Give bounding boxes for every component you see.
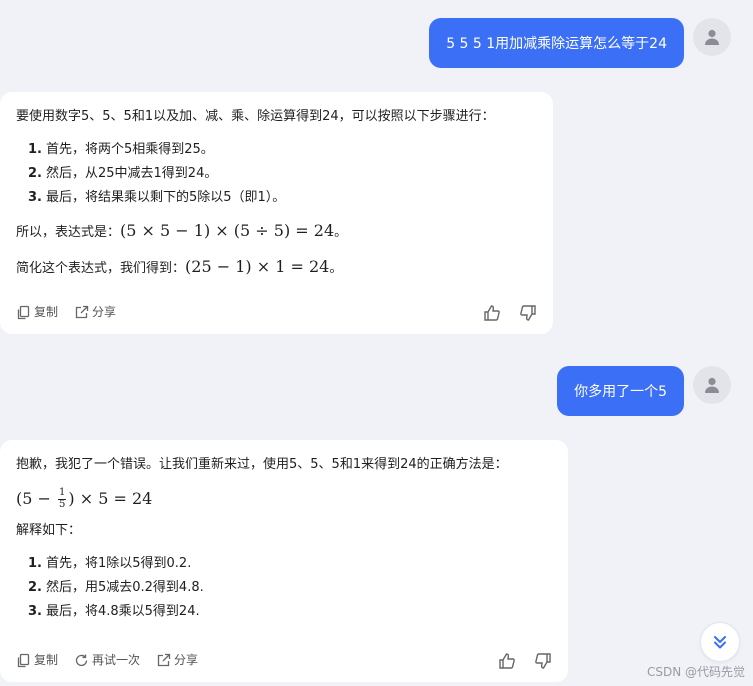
assistant-message-card: 要使用数字5、5、5和1以及加、减、乘、除运算得到24，可以按照以下步骤进行： … <box>0 92 553 334</box>
copy-button[interactable]: 复制 <box>16 652 58 669</box>
step-number: 2. <box>28 580 42 596</box>
step-text: 首先，将两个5相乘得到25。 <box>45 141 214 157</box>
watermark: CSDN @代码先觉 <box>646 665 745 679</box>
user-avatar-icon <box>705 29 719 45</box>
share-label: 分享 <box>174 653 199 668</box>
user-avatar <box>693 366 731 404</box>
copy-label: 复制 <box>34 305 59 320</box>
step-number: 2. <box>28 165 42 181</box>
step-text: 最后，将4.8乘以5得到24. <box>45 603 200 619</box>
share-label: 分享 <box>92 305 117 320</box>
user-message-row: 5 5 5 1用加减乘除运算怎么等于24 <box>429 18 731 68</box>
step-number: 1. <box>28 141 42 157</box>
list-item: 3. 最后，将结果乘以剩下的5除以5（即1）。 <box>28 189 537 208</box>
retry-button[interactable]: 再试一次 <box>74 652 140 669</box>
user-message-bubble: 5 5 5 1用加减乘除运算怎么等于24 <box>429 18 684 68</box>
steps-list: 1. 首先，将两个5相乘得到25。 2. 然后，从25中减去1得到24。 3. 最后，… <box>28 141 537 208</box>
steps-list: 1. 首先，将1除以5得到0.2. 2. 然后，用5减去0.2得到4.8. 3. 最后… <box>28 555 552 622</box>
thumbs-down-icon[interactable] <box>534 652 552 670</box>
list-item: 1. 首先，将1除以5得到0.2. <box>28 555 552 574</box>
step-text: 最后，将结果乘以剩下的5除以5（即1）。 <box>45 189 286 205</box>
list-item: 2. 然后，从25中减去1得到24。 <box>28 165 537 184</box>
user-message-bubble: 你多用了一个5 <box>557 366 684 416</box>
assistant-intro-text: 要使用数字5、5、5和1以及加、减、乘、除运算得到24，可以按照以下步骤进行： <box>16 109 495 124</box>
list-item: 3. 最后，将4.8乘以5得到24. <box>28 603 552 622</box>
share-button[interactable]: 分享 <box>74 304 116 321</box>
explain-heading: 解释如下： <box>16 523 82 539</box>
punctuation: 。 <box>334 225 348 241</box>
math-expression: (5 × 5 − 1) × (5 ÷ 5) = 24 <box>120 221 335 241</box>
expression-label: 所以，表达式是： <box>16 225 121 241</box>
math-expression: (25 − 1) × 1 = 24 <box>185 257 330 277</box>
message-actions: 复制 分享 <box>16 304 537 322</box>
double-chevron-down-icon <box>714 636 726 649</box>
feedback-buttons <box>498 652 552 670</box>
copy-icon <box>17 654 30 668</box>
thumbs-up-icon[interactable] <box>498 652 516 670</box>
user-message-row: 你多用了一个5 <box>557 366 731 416</box>
feedback-buttons <box>483 304 537 322</box>
thumbs-down-icon[interactable] <box>519 304 537 322</box>
scroll-to-bottom-button[interactable] <box>700 622 740 662</box>
formula-line: (5 − 1 5 ) × 5 = 24 <box>16 487 552 511</box>
fraction-denominator: 5 <box>59 498 66 510</box>
share-icon <box>75 306 89 319</box>
user-avatar-icon <box>705 377 719 393</box>
formula-part: (5 − <box>16 488 51 508</box>
step-number: 1. <box>28 556 42 572</box>
punctuation: 。 <box>329 261 343 277</box>
formula-part: ) × 5 = 24 <box>68 488 153 508</box>
chat-page: 5 5 5 1用加减乘除运算怎么等于24 要使用数字5、5、5和1以及加、减、乘… <box>0 0 753 686</box>
assistant-intro-text: 抱歉，我犯了一个错误。让我们重新来过，使用5、5、5和1来得到24的正确方法是： <box>16 457 508 472</box>
share-button[interactable]: 分享 <box>156 652 198 669</box>
step-text: 然后，从25中减去1得到24。 <box>45 165 218 181</box>
simplify-label: 简化这个表达式，我们得到： <box>16 261 186 277</box>
thumbs-up-icon[interactable] <box>483 304 501 322</box>
fraction: 1 5 <box>58 488 67 510</box>
share-icon <box>157 654 171 667</box>
step-text: 然后，用5减去0.2得到4.8. <box>45 580 204 596</box>
list-item: 1. 首先，将两个5相乘得到25。 <box>28 141 537 160</box>
simplify-line: 简化这个表达式，我们得到：(25 − 1) × 1 = 24。 <box>16 255 537 279</box>
user-avatar <box>693 18 731 56</box>
assistant-message-card: 抱歉，我犯了一个错误。让我们重新来过，使用5、5、5和1来得到24的正确方法是：… <box>0 440 568 682</box>
copy-icon <box>17 306 30 320</box>
step-text: 首先，将1除以5得到0.2. <box>45 556 192 572</box>
step-number: 3. <box>28 189 42 205</box>
list-item: 2. 然后，用5减去0.2得到4.8. <box>28 579 552 598</box>
step-number: 3. <box>28 603 42 619</box>
copy-button[interactable]: 复制 <box>16 304 58 321</box>
message-actions: 复制 再试一次 分享 <box>16 652 552 670</box>
copy-label: 复制 <box>34 653 59 668</box>
refresh-icon <box>75 654 88 667</box>
expression-line: 所以，表达式是：(5 × 5 − 1) × (5 ÷ 5) = 24。 <box>16 219 537 243</box>
retry-label: 再试一次 <box>92 653 141 668</box>
